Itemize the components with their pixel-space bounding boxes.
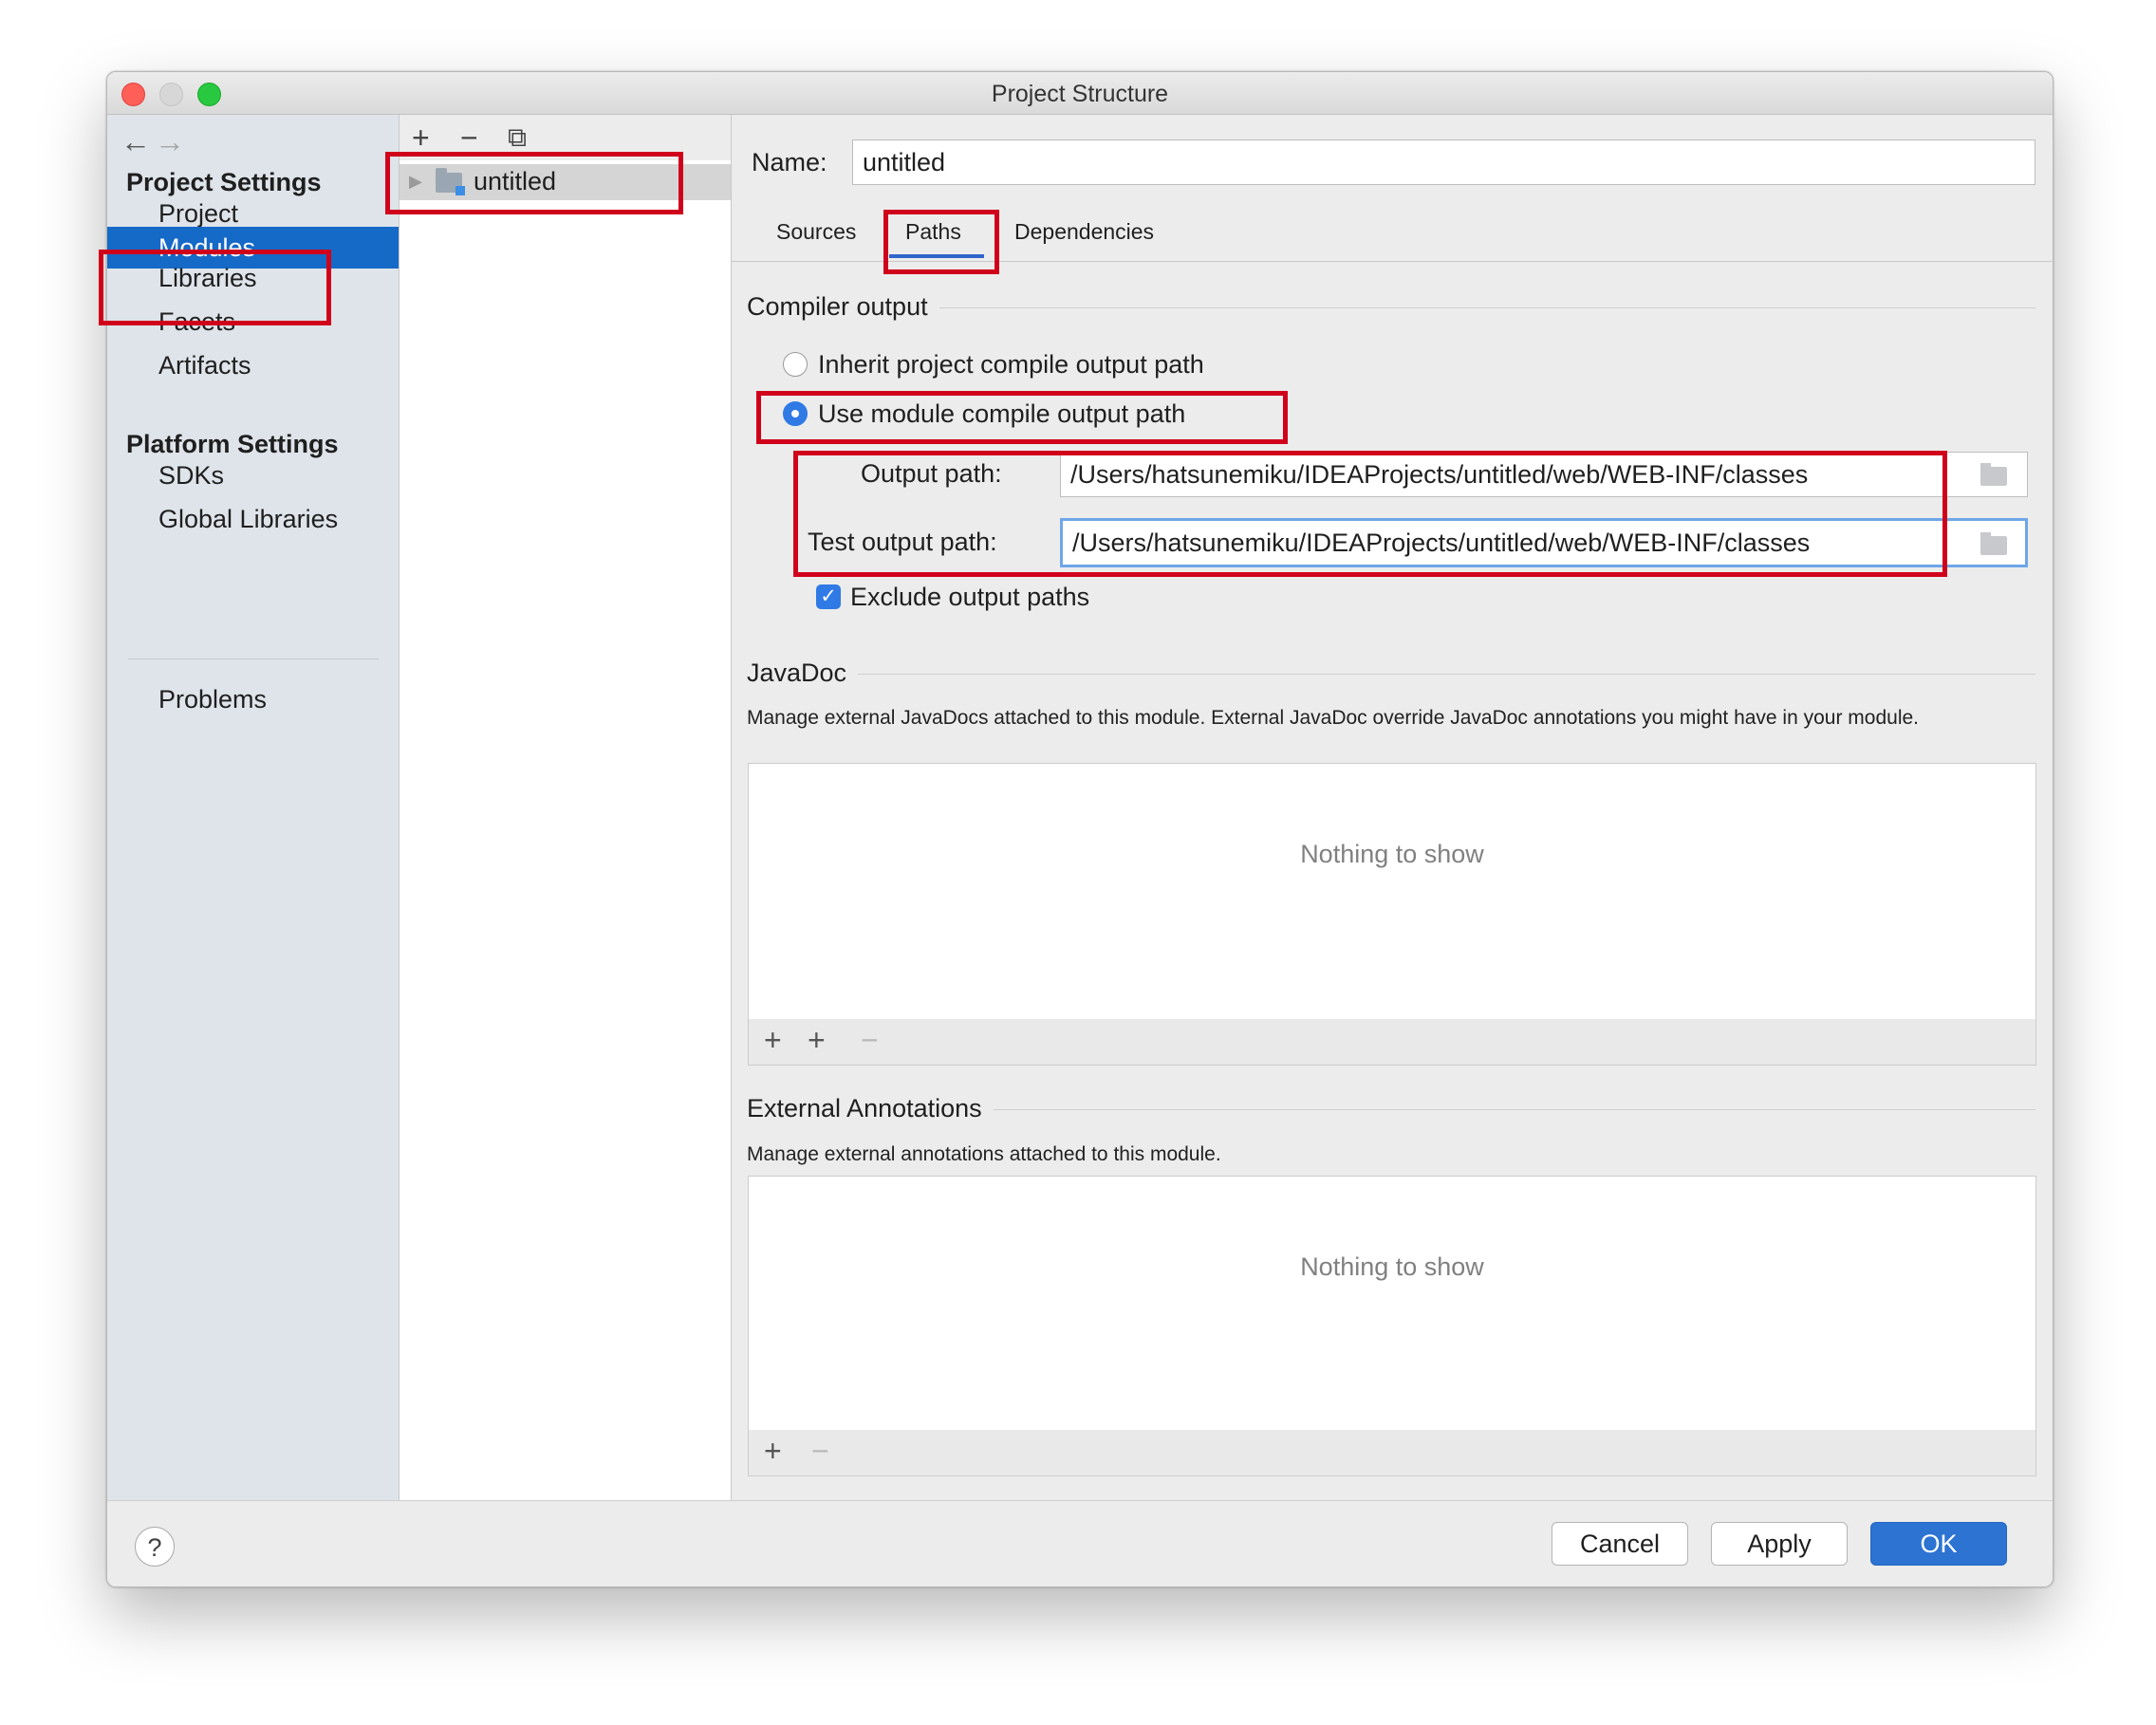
use-module-output-label: Use module compile output path bbox=[818, 399, 1186, 428]
window-title: Project Structure bbox=[991, 81, 1169, 107]
add-annotation-icon[interactable]: + bbox=[764, 1434, 782, 1469]
tab-dependencies[interactable]: Dependencies bbox=[1014, 219, 1154, 245]
folder-browse-icon[interactable] bbox=[1980, 532, 2007, 555]
javadoc-toolbar: + + − bbox=[748, 1019, 2036, 1066]
tab-sources[interactable]: Sources bbox=[776, 219, 856, 245]
modules-panel: + − ⧉ ▶ untitled bbox=[400, 115, 732, 1500]
add-javadoc-url-icon[interactable]: + bbox=[808, 1023, 826, 1058]
external-annotations-description: Manage external annotations attached to … bbox=[747, 1143, 1221, 1165]
tab-divider bbox=[732, 261, 2053, 262]
external-annotations-list[interactable]: Nothing to show bbox=[748, 1176, 2036, 1431]
annotations-toolbar: + − bbox=[748, 1430, 2036, 1476]
remove-javadoc-icon[interactable]: − bbox=[861, 1023, 879, 1058]
add-javadoc-icon[interactable]: + bbox=[764, 1023, 782, 1058]
modules-toolbar: + − ⧉ bbox=[400, 115, 731, 160]
tab-paths[interactable]: Paths bbox=[905, 219, 961, 245]
sidebar-item-problems[interactable]: Problems bbox=[107, 678, 399, 720]
active-tab-indicator bbox=[889, 254, 984, 258]
annotations-empty-text: Nothing to show bbox=[1300, 1252, 1484, 1281]
compiler-output-rule bbox=[751, 307, 2035, 308]
javadoc-rule bbox=[751, 674, 2035, 675]
module-folder-icon bbox=[436, 168, 465, 195]
dialog-footer: ? Cancel Apply OK bbox=[107, 1500, 2053, 1586]
sidebar-item-global-libraries[interactable]: Global Libraries bbox=[107, 498, 399, 540]
sidebar-divider bbox=[128, 658, 379, 659]
javadoc-heading: JavaDoc bbox=[747, 658, 859, 688]
apply-button[interactable]: Apply bbox=[1711, 1522, 1848, 1566]
sidebar-item-libraries[interactable]: Libraries bbox=[107, 257, 399, 299]
test-output-path-input[interactable]: /Users/hatsunemiku/IDEAProjects/untitled… bbox=[1060, 518, 2028, 567]
name-label: Name: bbox=[752, 148, 827, 176]
forward-arrow-icon[interactable]: → bbox=[155, 124, 185, 159]
exclude-output-label: Exclude output paths bbox=[850, 583, 1090, 611]
module-tree-label: untitled bbox=[474, 167, 557, 195]
cancel-button[interactable]: Cancel bbox=[1552, 1522, 1688, 1566]
title-bar: Project Structure bbox=[107, 72, 2053, 115]
module-settings-panel: Name: untitled Sources Paths Dependencie… bbox=[732, 115, 2053, 1500]
sidebar-item-facets[interactable]: Facets bbox=[107, 301, 399, 343]
back-arrow-icon[interactable]: ← bbox=[121, 124, 151, 159]
output-path-input[interactable]: /Users/hatsunemiku/IDEAProjects/untitled… bbox=[1060, 452, 2028, 497]
use-module-output-radio[interactable] bbox=[783, 401, 808, 426]
inherit-output-radio[interactable] bbox=[783, 352, 808, 377]
module-tree-item[interactable]: ▶ untitled bbox=[400, 164, 731, 200]
sidebar-item-artifacts[interactable]: Artifacts bbox=[107, 344, 399, 386]
compiler-output-heading: Compiler output bbox=[747, 292, 939, 322]
exclude-output-checkbox[interactable]: ✓ bbox=[816, 584, 841, 609]
help-button[interactable]: ? bbox=[135, 1527, 175, 1567]
external-annotations-heading: External Annotations bbox=[747, 1094, 994, 1123]
javadoc-description: Manage external JavaDocs attached to thi… bbox=[747, 707, 1920, 729]
javadoc-list[interactable]: Nothing to show bbox=[748, 763, 2036, 1020]
remove-annotation-icon[interactable]: − bbox=[811, 1434, 829, 1469]
ok-button[interactable]: OK bbox=[1870, 1522, 2007, 1566]
project-structure-window: Project Structure ← → Project Settings P… bbox=[106, 71, 2054, 1587]
test-output-path-label: Test output path: bbox=[808, 528, 997, 556]
settings-sidebar: ← → Project Settings Project Modules Lib… bbox=[107, 115, 400, 1500]
folder-browse-icon[interactable] bbox=[1980, 463, 2007, 486]
add-module-icon[interactable]: + bbox=[412, 121, 430, 156]
copy-module-icon[interactable]: ⧉ bbox=[508, 122, 527, 154]
output-path-label: Output path: bbox=[861, 459, 1002, 488]
sidebar-item-sdks[interactable]: SDKs bbox=[107, 454, 399, 496]
javadoc-empty-text: Nothing to show bbox=[1300, 840, 1484, 868]
inherit-output-label: Inherit project compile output path bbox=[818, 350, 1204, 379]
remove-module-icon[interactable]: − bbox=[460, 121, 478, 156]
module-name-input[interactable]: untitled bbox=[852, 139, 2035, 185]
expand-arrow-icon[interactable]: ▶ bbox=[409, 172, 422, 192]
